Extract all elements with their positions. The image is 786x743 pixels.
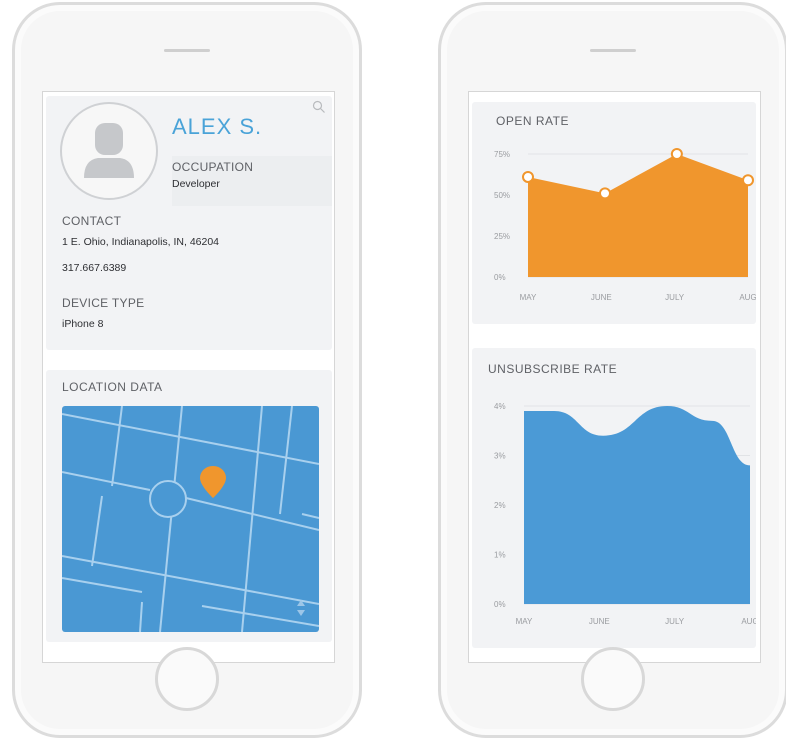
speaker-grille xyxy=(164,49,210,52)
y-tick-label: 3% xyxy=(494,452,506,461)
map-roundabout xyxy=(149,480,187,518)
y-tick-label: 1% xyxy=(494,551,506,560)
x-tick-label: JUNE xyxy=(589,617,610,626)
x-tick-label: AUG xyxy=(741,617,756,626)
y-tick-label: 0% xyxy=(494,273,506,282)
contact-phone: 317.667.6389 xyxy=(62,262,127,274)
unsubscribe-rate-card: UNSUBSCRIBE RATE 0% 1% 2% 3% 4% MAY JUNE JULY AU… xyxy=(472,348,756,648)
data-point-marker[interactable] xyxy=(599,187,611,200)
x-tick-label: JULY xyxy=(665,617,685,626)
open-rate-card: OPEN RATE 0% 25% 50% 75% MAY JUNE JULY AUG xyxy=(472,102,756,324)
y-tick-label: 50% xyxy=(494,191,510,200)
speaker-grille xyxy=(590,49,636,52)
x-tick-label: MAY xyxy=(516,617,533,626)
location-title: LOCATION DATA xyxy=(62,380,163,394)
profile-card: ALEX S. OCCUPATION Developer CONTACT 1 E… xyxy=(46,96,332,350)
stats-screen: OPEN RATE 0% 25% 50% 75% MAY JUNE JULY AUG UNSU… xyxy=(468,91,761,663)
y-tick-label: 25% xyxy=(494,232,510,241)
x-tick-label: AUG xyxy=(739,293,756,302)
unsubscribe-rate-chart: 0% 1% 2% 3% 4% MAY JUNE JULY AUG xyxy=(494,402,756,626)
x-tick-label: JULY xyxy=(665,293,685,302)
profile-screen: ALEX S. OCCUPATION Developer CONTACT 1 E… xyxy=(42,91,335,663)
home-button[interactable] xyxy=(155,647,219,711)
y-tick-label: 75% xyxy=(494,150,510,159)
area-series xyxy=(528,154,748,277)
data-point-marker[interactable] xyxy=(742,174,754,187)
area-series xyxy=(524,406,750,604)
x-tick-label: JUNE xyxy=(591,293,612,302)
device-type-value: iPhone 8 xyxy=(62,318,104,330)
contact-address: 1 E. Ohio, Indianapolis, IN, 46204 xyxy=(62,236,220,248)
avatar xyxy=(60,102,158,200)
left-phone: ALEX S. OCCUPATION Developer CONTACT 1 E… xyxy=(12,2,362,738)
location-card: LOCATION DATA xyxy=(46,370,332,642)
data-point-marker[interactable] xyxy=(670,148,683,160)
location-map[interactable] xyxy=(62,406,319,632)
occupation-block: OCCUPATION Developer xyxy=(172,156,332,206)
user-silhouette-icon xyxy=(84,123,134,178)
occupation-label: OCCUPATION xyxy=(172,160,254,174)
device-type-label: DEVICE TYPE xyxy=(62,296,145,310)
y-tick-label: 0% xyxy=(494,600,506,609)
search-icon[interactable] xyxy=(312,100,326,114)
profile-name: ALEX S. xyxy=(172,114,263,139)
home-button[interactable] xyxy=(581,647,645,711)
data-point-marker[interactable] xyxy=(522,170,534,183)
x-tick-label: MAY xyxy=(520,293,537,302)
occupation-value: Developer xyxy=(172,178,220,190)
y-tick-label: 2% xyxy=(494,501,506,510)
right-phone: OPEN RATE 0% 25% 50% 75% MAY JUNE JULY AUG UNSU… xyxy=(438,2,786,738)
contact-label: CONTACT xyxy=(62,214,122,228)
y-tick-label: 4% xyxy=(494,402,506,411)
open-rate-chart: 0% 25% 50% 75% MAY JUNE JULY AUG xyxy=(494,148,756,302)
